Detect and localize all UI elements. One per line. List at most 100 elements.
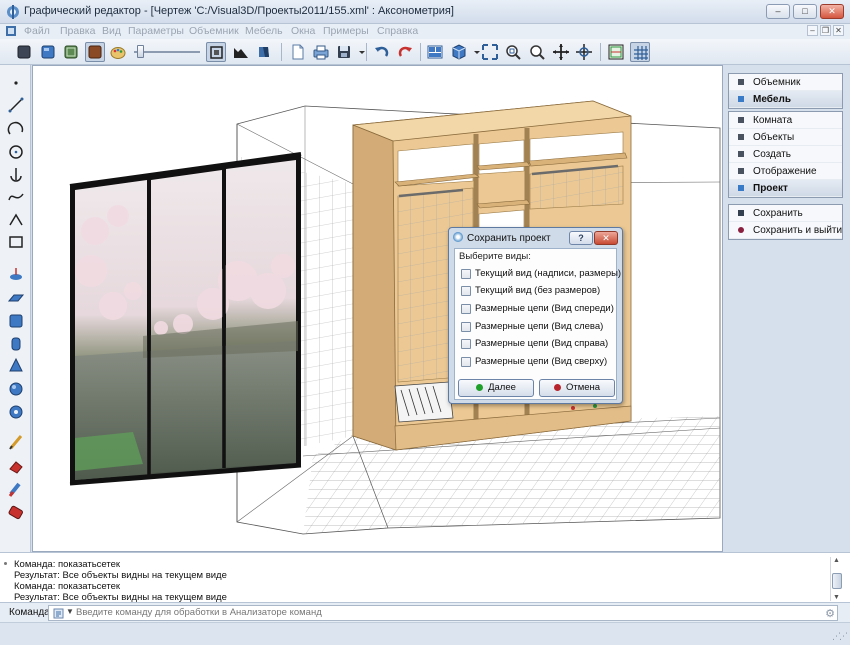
point-icon[interactable] — [7, 74, 25, 92]
anchor-icon[interactable] — [7, 165, 25, 183]
dialog-close-button[interactable]: ✕ — [594, 231, 618, 245]
panel-item-room[interactable]: Комната — [729, 112, 842, 129]
save-project-dialog: Сохранить проект ? ✕ Выберите виды: Теку… — [448, 227, 623, 404]
maximize-button[interactable]: □ — [793, 4, 817, 19]
close-button[interactable]: ✕ — [820, 4, 844, 19]
panel-group-mode: Объемник Мебель — [728, 73, 843, 109]
panel-item-label: Сохранить — [753, 208, 803, 219]
menu-help[interactable]: Справка — [377, 25, 418, 37]
floorplan-icon[interactable] — [606, 42, 626, 62]
cancel-button-label: Отмена — [565, 382, 601, 393]
cancel-button[interactable]: Отмена — [539, 379, 615, 397]
plane-icon[interactable] — [7, 289, 25, 307]
histogram-icon[interactable] — [231, 42, 251, 62]
shade-icon[interactable] — [254, 42, 274, 62]
palette-icon[interactable] — [108, 42, 128, 62]
box-icon[interactable] — [14, 42, 34, 62]
panel-item-save[interactable]: Сохранить — [729, 205, 842, 222]
panel-group-furniture: Комната Объекты Создать Отображение Прое… — [728, 111, 843, 198]
menu-parameters[interactable]: Параметры — [128, 25, 184, 37]
save-dropdown-icon[interactable] — [352, 42, 365, 62]
save-icon[interactable] — [334, 42, 354, 62]
checkbox[interactable] — [461, 286, 471, 296]
panel-item-project[interactable]: Проект — [729, 180, 842, 197]
cone-icon[interactable] — [7, 357, 25, 375]
menu-examples[interactable]: Примеры — [323, 25, 369, 37]
print-icon[interactable] — [311, 42, 331, 62]
menu-view[interactable]: Вид — [102, 25, 121, 37]
panel-item-display[interactable]: Отображение — [729, 163, 842, 180]
scroll-up-icon[interactable]: ▲ — [833, 557, 840, 564]
panel-item-label: Создать — [753, 149, 792, 160]
grid-icon[interactable] — [630, 42, 650, 62]
eraser-icon[interactable] — [7, 457, 25, 475]
brightness-slider[interactable] — [136, 45, 144, 58]
menu-furniture[interactable]: Мебель — [245, 25, 283, 37]
zoom-icon[interactable] — [527, 42, 547, 62]
panel-item-save-exit[interactable]: Сохранить и выйти — [729, 222, 842, 239]
checkbox[interactable] — [461, 357, 471, 367]
next-button[interactable]: Далее — [458, 379, 534, 397]
document-icon[interactable] — [5, 25, 17, 37]
mdi-close-button[interactable]: ✕ — [833, 25, 844, 36]
checkbox[interactable] — [461, 339, 471, 349]
arc-icon[interactable] — [7, 120, 25, 138]
box-blue-icon[interactable] — [38, 42, 58, 62]
mdi-restore-button[interactable]: ❐ — [820, 25, 831, 36]
menu-windows[interactable]: Окна — [291, 25, 315, 37]
box-green-icon[interactable] — [61, 42, 81, 62]
checkbox[interactable] — [461, 269, 471, 279]
new-icon[interactable] — [288, 42, 308, 62]
paint-icon[interactable] — [7, 503, 25, 521]
redo-icon[interactable] — [395, 42, 415, 62]
log-scrollbar[interactable]: ▲ ▼ — [830, 557, 842, 601]
panel-item-volumetric[interactable]: Объемник — [729, 74, 842, 91]
view-cube-icon[interactable] — [449, 42, 469, 62]
panel-item-create[interactable]: Создать — [729, 146, 842, 163]
volumetric-icon — [738, 79, 744, 85]
dialog-body: Выберите виды: Текущий вид (надписи, раз… — [454, 248, 621, 400]
layout-icon[interactable] — [425, 42, 445, 62]
torus-icon[interactable] — [7, 403, 25, 421]
resize-grip-icon[interactable]: ⋰⋰ — [832, 631, 848, 642]
mdi-minimize-button[interactable]: – — [807, 25, 818, 36]
menu-edit[interactable]: Правка — [60, 25, 95, 37]
rotate-icon[interactable] — [574, 42, 594, 62]
circle-icon[interactable] — [7, 143, 25, 161]
pencil-icon[interactable] — [7, 433, 25, 451]
log-line: Команда: показатьсетек — [14, 559, 121, 570]
panel-item-furniture[interactable]: Мебель — [729, 91, 842, 108]
wardrobe-doors — [69, 152, 302, 486]
menu-volumetric[interactable]: Объемник — [189, 25, 239, 37]
spline-icon[interactable] — [7, 188, 25, 206]
line-icon[interactable] — [7, 96, 25, 114]
cube-icon[interactable] — [7, 312, 25, 330]
checkbox[interactable] — [461, 304, 471, 314]
cancel-icon — [553, 383, 561, 391]
minimize-button[interactable]: – — [766, 4, 790, 19]
scroll-down-icon[interactable]: ▼ — [833, 594, 840, 601]
cylinder-icon[interactable] — [7, 335, 25, 353]
sphere-icon[interactable] — [7, 380, 25, 398]
box-brown-icon[interactable] — [85, 42, 105, 62]
panel-item-objects[interactable]: Объекты — [729, 129, 842, 146]
render-square-icon[interactable] — [206, 42, 226, 62]
extrude-icon[interactable] — [7, 265, 25, 283]
undo-icon[interactable] — [372, 42, 392, 62]
menu-bar: Файл Правка Вид Параметры Объемник Мебел… — [0, 24, 850, 39]
zoom-fit-icon[interactable] — [480, 42, 500, 62]
pan-icon[interactable] — [551, 42, 571, 62]
rectangle-icon[interactable] — [7, 233, 25, 251]
checkbox[interactable] — [461, 322, 471, 332]
menu-file[interactable]: Файл — [24, 25, 50, 37]
zoom-window-icon[interactable] — [503, 42, 523, 62]
command-input[interactable]: ▼ Введите команду для обработки в Анализ… — [48, 605, 838, 621]
scroll-thumb[interactable] — [832, 573, 842, 589]
chevron-down-icon[interactable]: ▼ — [66, 607, 74, 616]
command-history-icon[interactable] — [53, 608, 64, 619]
brush-icon[interactable] — [7, 480, 25, 498]
dialog-help-button[interactable]: ? — [569, 231, 593, 245]
polyline-icon[interactable] — [7, 211, 25, 229]
view-dropdown-icon[interactable] — [467, 42, 480, 62]
gear-icon[interactable]: ⚙ — [825, 607, 835, 620]
